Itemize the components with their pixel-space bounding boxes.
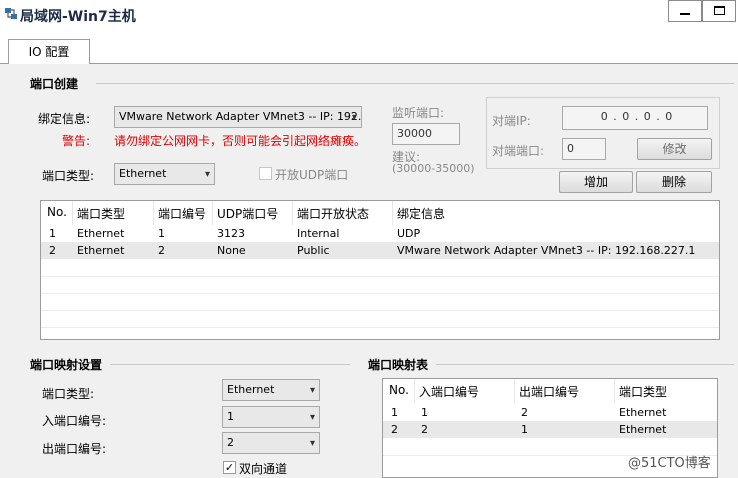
peer-port-label: 对端端口:: [492, 144, 545, 158]
table-row[interactable]: 1 Ethernet 1 3123 Internal UDP: [41, 225, 719, 242]
port-type-label: 端口类型:: [42, 169, 95, 183]
table-cell: 2: [49, 244, 56, 257]
column-header[interactable]: 入端口编号: [419, 383, 479, 400]
column-header[interactable]: 端口类型: [619, 383, 667, 400]
table-row-selected[interactable]: 2 2 1 Ethernet: [383, 421, 717, 438]
column-divider: [614, 379, 615, 403]
column-header[interactable]: 端口编号: [158, 205, 206, 222]
port-create-title: 端口创建: [30, 77, 79, 91]
peer-ip-input[interactable]: 0 . 0 . 0 . 0: [562, 106, 708, 130]
column-header[interactable]: No.: [47, 205, 67, 219]
in-port-value: 1: [227, 410, 234, 423]
column-header[interactable]: No.: [389, 383, 409, 397]
table-cell: Ethernet: [77, 227, 125, 240]
column-header[interactable]: 绑定信息: [397, 205, 445, 222]
maximize-icon: [714, 6, 725, 15]
table-cell: Public: [297, 244, 330, 257]
table-cell: None: [217, 244, 246, 257]
tab-io-config[interactable]: IO 配置: [8, 39, 90, 64]
row-divider: [41, 327, 719, 328]
table-cell: VMware Network Adapter VMnet3 -- IP: 192…: [397, 244, 696, 257]
table-cell: UDP: [397, 227, 421, 240]
in-port-label: 入端口编号:: [42, 414, 107, 428]
column-divider: [212, 201, 213, 225]
map-port-type-select[interactable]: Ethernet ▾: [222, 379, 320, 401]
maximize-button[interactable]: [702, 0, 736, 22]
delete-button[interactable]: 删除: [636, 171, 712, 193]
column-divider: [153, 201, 154, 225]
listen-port-label: 监听端口:: [392, 106, 445, 120]
modify-button[interactable]: 修改: [637, 138, 712, 160]
table-cell: Ethernet: [619, 423, 667, 436]
udp-checkbox[interactable]: [259, 167, 272, 180]
port-type-value: Ethernet: [119, 167, 167, 180]
title-bar: 局域网-Win7主机: [0, 0, 738, 32]
bidirectional-label: 双向通道: [239, 462, 288, 476]
column-header[interactable]: 端口开放状态: [297, 205, 369, 222]
table-cell: Ethernet: [619, 406, 667, 419]
check-icon: ✓: [224, 461, 235, 474]
port-type-select[interactable]: Ethernet ▾: [114, 163, 215, 185]
table-cell: Ethernet: [77, 244, 125, 257]
group-divider: [96, 83, 734, 84]
chevron-down-icon: ▾: [309, 438, 315, 449]
column-header[interactable]: 端口类型: [77, 205, 125, 222]
column-divider: [414, 379, 415, 403]
group-divider: [110, 364, 350, 365]
out-port-select[interactable]: 2 ▾: [222, 432, 320, 454]
port-table: No. 端口类型 端口编号 UDP端口号 端口开放状态 绑定信息 1 Ether…: [40, 200, 720, 340]
out-port-value: 2: [227, 436, 234, 449]
column-divider: [392, 201, 393, 225]
table-cell: 3123: [217, 227, 245, 240]
map-port-type-value: Ethernet: [227, 383, 275, 396]
table-cell: 2: [391, 423, 398, 436]
chevron-down-icon: ▾: [204, 169, 210, 180]
peer-ip-label: 对端IP:: [492, 114, 531, 128]
chevron-down-icon: ▾: [309, 412, 315, 423]
bind-info-value: VMware Network Adapter VMnet3 -- IP: 192…: [119, 110, 362, 123]
table-cell: 2: [521, 406, 528, 419]
bind-info-select[interactable]: VMware Network Adapter VMnet3 -- IP: 192…: [114, 106, 362, 128]
out-port-label: 出端口编号:: [42, 442, 107, 456]
minimize-button[interactable]: [668, 0, 702, 22]
map-port-type-label: 端口类型:: [42, 387, 95, 401]
table-cell: 1: [391, 406, 398, 419]
table-row[interactable]: 1 1 2 Ethernet: [383, 404, 717, 421]
bind-info-label: 绑定信息:: [38, 112, 91, 126]
peer-port-input[interactable]: 0: [562, 138, 606, 160]
udp-checkbox-label: 开放UDP端口: [275, 168, 349, 182]
warning-text: 请勿绑定公网网卡，否则可能会引起网络瘫痪。: [114, 134, 367, 148]
row-divider: [41, 293, 719, 294]
in-port-select[interactable]: 1 ▾: [222, 406, 320, 428]
table-cell: Internal: [297, 227, 340, 240]
window-title: 局域网-Win7主机: [20, 9, 136, 25]
table-cell: 1: [421, 406, 428, 419]
table-cell: 1: [49, 227, 56, 240]
port-map-table-title: 端口映射表: [368, 358, 429, 372]
suggest-range: (30000-35000): [392, 162, 475, 175]
chevron-down-icon: ▾: [309, 385, 315, 396]
column-divider: [292, 201, 293, 225]
bidirectional-checkbox[interactable]: ✓: [223, 461, 236, 474]
watermark-text: @51CTO博客: [628, 456, 711, 471]
column-divider: [72, 201, 73, 225]
table-cell: 1: [521, 423, 528, 436]
minimize-icon: [680, 13, 690, 15]
port-map-settings-title: 端口映射设置: [30, 358, 103, 372]
warning-label: 警告:: [62, 134, 91, 148]
table-cell: 2: [421, 423, 428, 436]
row-divider: [41, 276, 719, 277]
table-row-selected[interactable]: 2 Ethernet 2 None Public VMware Network …: [41, 242, 719, 259]
table-cell: 2: [158, 244, 165, 257]
group-divider: [436, 364, 734, 365]
row-divider: [41, 310, 719, 311]
table-cell: 1: [158, 227, 165, 240]
column-header[interactable]: 出端口编号: [519, 383, 579, 400]
app-network-icon: [5, 8, 17, 19]
listen-port-input[interactable]: 30000: [392, 123, 460, 145]
column-divider: [514, 379, 515, 403]
chevron-down-icon: ▾: [351, 112, 357, 123]
column-header[interactable]: UDP端口号: [217, 205, 278, 222]
add-button[interactable]: 增加: [559, 171, 633, 193]
